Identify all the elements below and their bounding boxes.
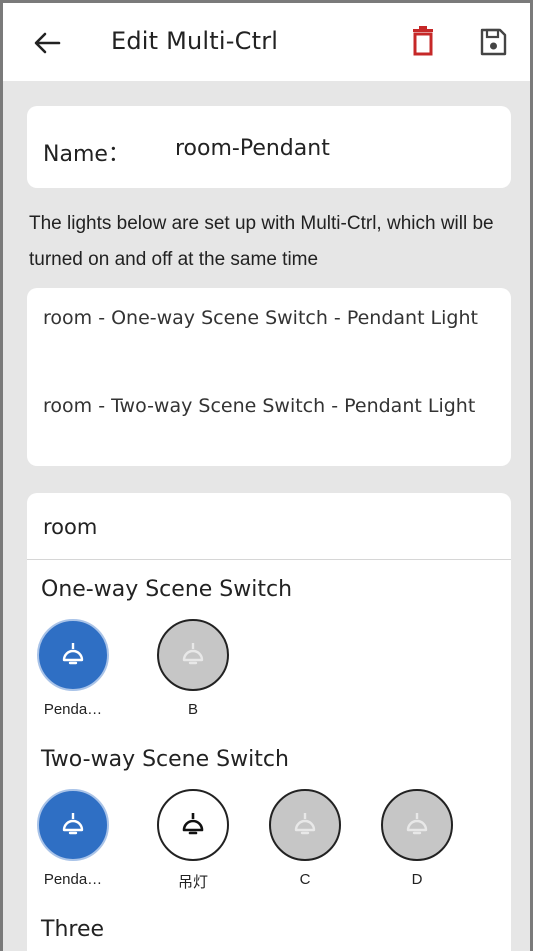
- pendant-lamp-icon: [406, 813, 428, 835]
- save-button[interactable]: [477, 25, 509, 59]
- name-input[interactable]: room-Pendant: [175, 136, 330, 161]
- delete-button[interactable]: [407, 25, 439, 59]
- device-label: 吊灯: [177, 874, 208, 891]
- device-label: Penda…: [43, 871, 103, 888]
- linked-light-item: room - One-way Scene Switch - Pendant Li…: [43, 307, 478, 329]
- arrow-left-icon: [34, 32, 61, 54]
- section-title-two-way: Two-way Scene Switch: [41, 747, 289, 772]
- pendant-lamp-icon: [182, 813, 204, 835]
- device-toggle[interactable]: [269, 789, 341, 861]
- device-toggle[interactable]: [157, 789, 229, 861]
- pendant-lamp-icon: [294, 813, 316, 835]
- pendant-lamp-icon: [182, 643, 204, 665]
- app-frame: Edit Multi-Ctrl Name： room-Pendant The l…: [0, 0, 533, 951]
- linked-light-item: room - Two-way Scene Switch - Pendant Li…: [43, 395, 476, 417]
- trash-icon: [413, 26, 433, 56]
- device-pendant-two-way[interactable]: Penda…: [27, 789, 119, 888]
- pendant-lamp-icon: [62, 643, 84, 665]
- device-label: C: [299, 871, 311, 888]
- device-pendant-one-way[interactable]: Penda…: [27, 619, 119, 718]
- name-label: Name：: [43, 142, 130, 167]
- room-card: room One-way Scene Switch Penda… B Two-w…: [27, 493, 511, 951]
- linked-lights-list: room - One-way Scene Switch - Pendant Li…: [27, 288, 511, 466]
- name-card[interactable]: Name： room-Pendant: [27, 106, 511, 188]
- device-b-one-way[interactable]: B: [147, 619, 239, 718]
- page-title: Edit Multi-Ctrl: [111, 27, 279, 55]
- device-toggle[interactable]: [37, 619, 109, 691]
- divider: [27, 559, 511, 560]
- device-d-two-way[interactable]: D: [371, 789, 463, 888]
- device-toggle[interactable]: [381, 789, 453, 861]
- floppy-disk-icon: [480, 28, 507, 56]
- room-title: room: [43, 515, 98, 539]
- pendant-lamp-icon: [62, 813, 84, 835]
- top-bar: Edit Multi-Ctrl: [3, 3, 530, 81]
- section-title-one-way: One-way Scene Switch: [41, 577, 293, 602]
- device-label: B: [187, 701, 198, 718]
- device-toggle[interactable]: [37, 789, 109, 861]
- device-label: Penda…: [43, 701, 103, 718]
- multi-ctrl-description: The lights below are set up with Multi-C…: [29, 213, 494, 270]
- device-chandelier-two-way[interactable]: 吊灯: [147, 789, 239, 892]
- device-c-two-way[interactable]: C: [259, 789, 351, 888]
- device-label: D: [411, 871, 423, 888]
- section-title-three: Three: [41, 917, 105, 942]
- back-button[interactable]: [29, 25, 65, 61]
- device-toggle[interactable]: [157, 619, 229, 691]
